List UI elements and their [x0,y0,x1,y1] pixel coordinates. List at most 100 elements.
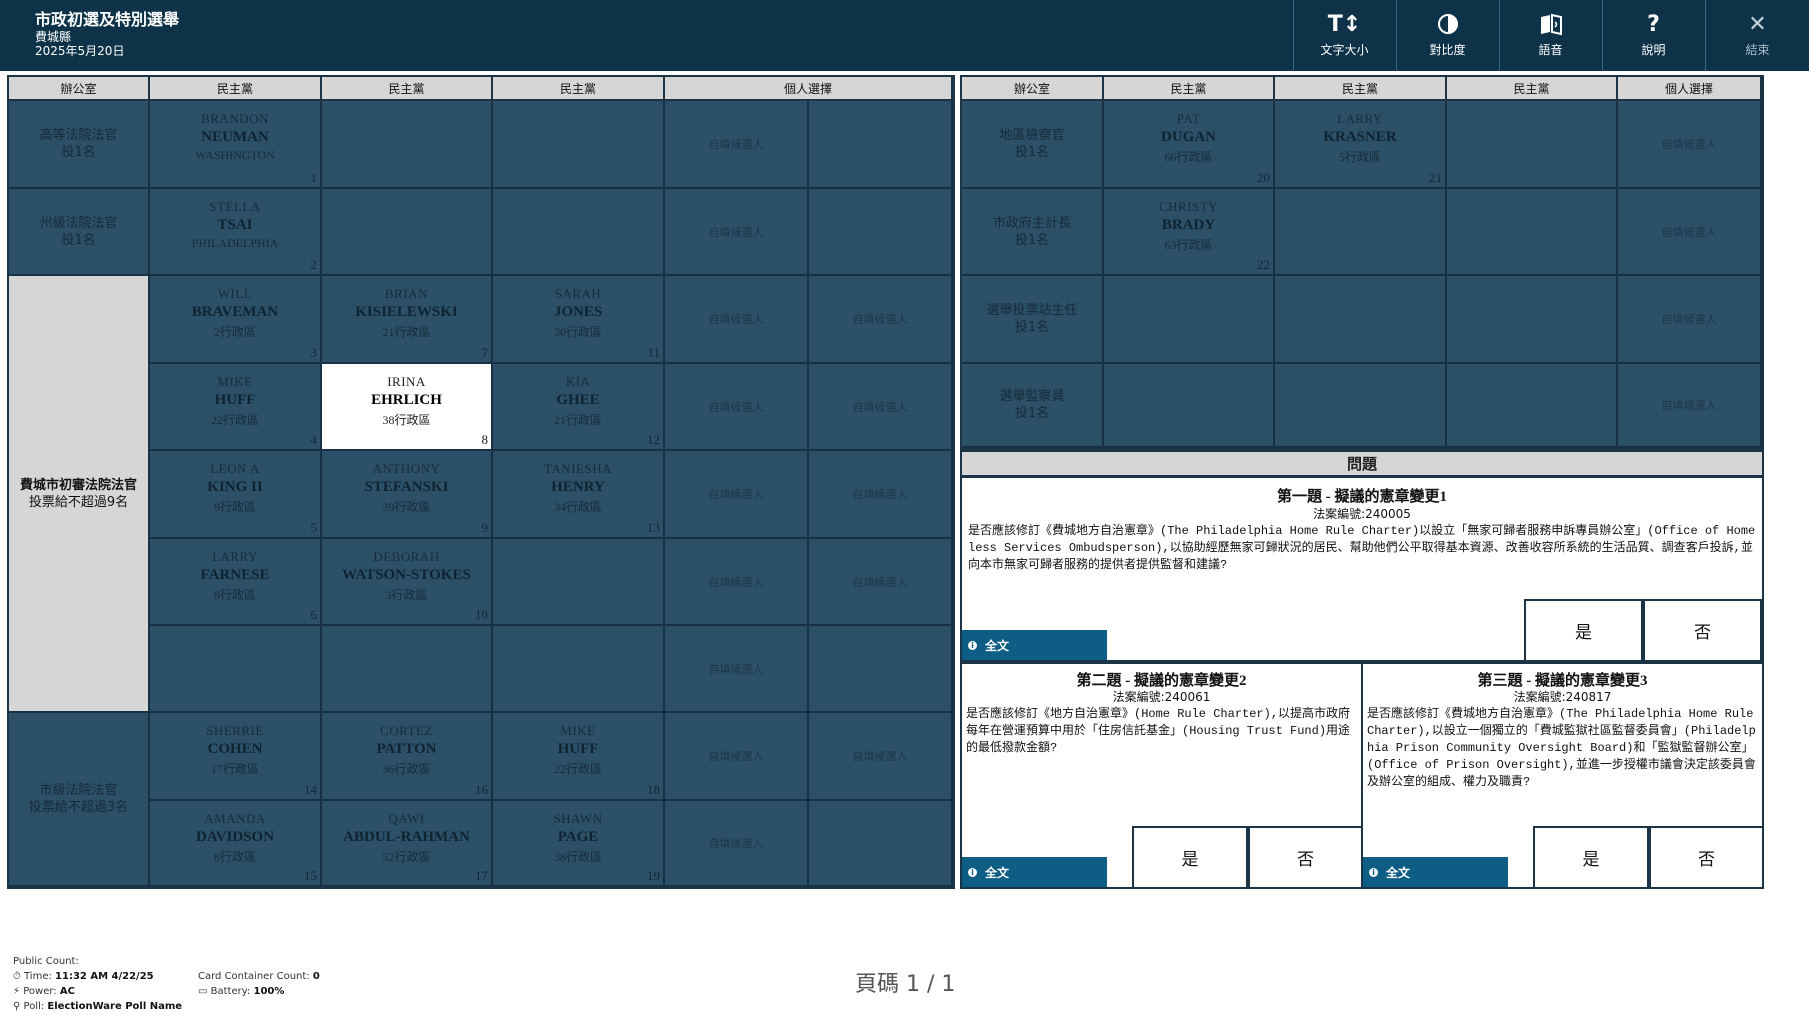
candidate-cell[interactable]: LEON A KING II 9行政區 5 [150,451,322,539]
candidate-cell[interactable]: CORTEZ PATTON 36行政區 16 [322,713,493,801]
empty-cell [493,539,665,626]
write-in-cell[interactable]: 自填候選人 [665,713,809,801]
write-in-cell[interactable]: 自填候選人 [1618,276,1762,364]
empty-cell [1447,189,1618,276]
candidate-last-name: JONES [553,304,603,320]
candidate-district: 22行政區 [553,762,602,776]
office-municipal-court: 市級法院法官 投票給不超過3名 [9,713,150,887]
full-text-button[interactable]: i 全文 [1363,857,1508,887]
candidate-cell[interactable]: MIKE HUFF 22行政區 4 [150,364,322,451]
write-in-cell[interactable]: 自填候選人 [1618,364,1762,448]
candidate-last-name: DUGAN [1161,129,1216,145]
candidate-first-name: MIKE [217,374,253,389]
battery-value: 100% [253,986,285,997]
no-button[interactable]: 否 [1248,826,1363,889]
write-in-cell[interactable]: 自填候選人 [1618,189,1762,276]
time-status: ⏱ Time: 11:32 AM 4/22/25 [13,969,154,984]
write-in-cell[interactable]: 自填候選人 [665,801,809,887]
yes-button[interactable]: 是 [1524,599,1643,662]
audio-label: 語音 [1538,43,1563,57]
poll-label: Poll: [23,1001,45,1012]
write-in-cell[interactable]: 自填候選人 [809,539,953,626]
candidate-cell[interactable]: BRANDON NEUMAN WASHINGTON 1 [150,101,322,189]
candidate-cell[interactable]: AMANDA DAVIDSON 8行政區 15 [150,801,322,887]
empty-cell [1275,364,1447,448]
location-pin-icon: ⚲ [13,1001,21,1012]
battery-label: Battery: [210,986,251,997]
card-count-value: 0 [312,971,320,982]
exit-button[interactable]: ✕ 結束 [1705,0,1809,71]
plug-icon: ⚡ [13,986,21,997]
office-judge-of-election: 選舉投票站主任 投1名 [962,276,1104,364]
candidate-district: 8行政區 [213,850,256,864]
help-icon: ? [1647,11,1660,37]
write-in-cell[interactable]: 自填候選人 [809,713,953,801]
card-count-label: Card Container Count: [198,971,310,982]
audio-book-icon [1500,10,1601,38]
candidate-cell[interactable]: KIA GHEE 21行政區 12 [493,364,665,451]
candidate-cell[interactable]: QAWI ABDUL-RAHMAN 52行政區 17 [322,801,493,887]
candidate-cell[interactable]: TANIESHA HENRY 34行政區 13 [493,451,665,539]
candidate-cell[interactable]: SHAWN PAGE 38行政區 19 [493,801,665,887]
write-in-cell[interactable]: 自填候選人 [665,101,809,189]
candidate-cell[interactable]: ANTHONY STEFANSKI 39行政區 9 [322,451,493,539]
candidate-last-name: EHRLICH [371,392,442,408]
candidate-last-name: HUFF [214,392,256,408]
write-in-cell[interactable]: 自填候選人 [665,626,809,713]
text-size-button[interactable]: T↕ 文字大小 [1293,0,1395,71]
candidate-cell[interactable]: LARRY FARNESE 8行政區 6 [150,539,322,626]
column-header: 辦公室 [962,77,1104,101]
poll-value: ElectionWare Poll Name [47,1001,183,1012]
candidate-cell[interactable]: MIKE HUFF 22行政區 18 [493,713,665,801]
write-in-cell[interactable]: 自填候選人 [809,451,953,539]
candidate-cell[interactable]: BRIAN KISIELEWSKI 21行政區 7 [322,276,493,364]
full-text-button[interactable]: i 全文 [962,857,1107,887]
candidate-last-name: STEFANSKI [364,479,449,495]
power-label: Power: [23,986,57,997]
election-info: 市政初選及特別選舉 費城縣 2025年5月20日 [35,10,179,58]
candidate-last-name: KING II [207,479,263,495]
candidate-cell[interactable]: WILL BRAVEMAN 2行政區 3 [150,276,322,364]
close-icon: ✕ [1748,11,1767,37]
no-button[interactable]: 否 [1649,826,1764,889]
candidate-cell[interactable]: DEBORAH WATSON-STOKES 3行政區 10 [322,539,493,626]
candidate-cell[interactable]: SARAH JONES 30行政區 11 [493,276,665,364]
write-in-cell[interactable]: 自填候選人 [665,539,809,626]
candidate-number: 2 [310,257,318,272]
candidate-cell[interactable]: STELLA TSAI PHILADELPHIA 2 [150,189,322,276]
candidate-district: 9行政區 [213,500,256,514]
contrast-button[interactable]: 對比度 [1396,0,1498,71]
office-name: 市政府主計長 [992,215,1071,231]
office-vote-limit: 投1名 [1014,232,1050,248]
write-in-cell[interactable]: 自填候選人 [1618,101,1762,189]
office-name: 州級法院法官 [39,215,118,231]
empty-cell [1447,276,1618,364]
candidate-cell-selected[interactable]: IRINA EHRLICH 38行政區 8 [322,364,493,451]
yes-button[interactable]: 是 [1533,826,1649,889]
candidate-cell[interactable]: PAT DUGAN 66行政區 20 [1104,101,1275,189]
audio-button[interactable]: 語音 [1499,0,1601,71]
candidate-cell[interactable]: SHERRIE COHEN 17行政區 14 [150,713,322,801]
write-in-cell[interactable]: 自填候選人 [665,276,809,364]
empty-cell [809,101,953,189]
candidate-cell[interactable]: LARRY KRASNER 5行政區 21 [1275,101,1447,189]
office-superior-court: 高等法院法官 投1名 [9,101,150,189]
write-in-cell[interactable]: 自填候選人 [665,364,809,451]
candidate-number: 8 [481,432,489,447]
candidate-district: 3行政區 [385,588,428,602]
candidate-district: 22行政區 [210,413,259,427]
yes-button[interactable]: 是 [1132,826,1248,889]
candidate-cell[interactable]: CHRISTY BRADY 63行政區 22 [1104,189,1275,276]
full-text-button[interactable]: i 全文 [962,630,1107,660]
full-text-label: 全文 [985,865,1010,880]
write-in-cell[interactable]: 自填候選人 [665,189,809,276]
candidate-first-name: SARAH [554,286,602,301]
write-in-cell[interactable]: 自填候選人 [809,276,953,364]
no-button[interactable]: 否 [1643,599,1762,662]
candidate-district: 2行政區 [213,325,256,339]
write-in-cell[interactable]: 自填候選人 [809,364,953,451]
candidate-last-name: ABDUL-RAHMAN [343,829,470,845]
info-icon: i [968,867,977,877]
help-button[interactable]: ? 說明 [1602,0,1704,71]
write-in-cell[interactable]: 自填候選人 [665,451,809,539]
